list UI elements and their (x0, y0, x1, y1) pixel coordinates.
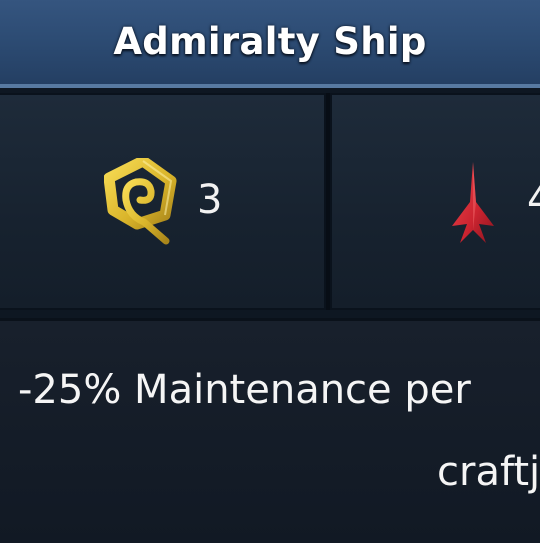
panel-title: Admiralty Ship (113, 20, 427, 63)
description-line-2: craftj (437, 449, 540, 495)
stat-slot-2 (330, 93, 540, 310)
red-spike-icon (452, 162, 494, 243)
stat-value-2: 4 (527, 177, 540, 223)
title-bar: Admiralty Ship (0, 0, 540, 88)
spiral-coin-icon (104, 158, 177, 245)
stat-value-1: 3 (197, 177, 223, 223)
description-panel (0, 318, 540, 543)
description-line-1: -25% Maintenance per (18, 367, 471, 413)
